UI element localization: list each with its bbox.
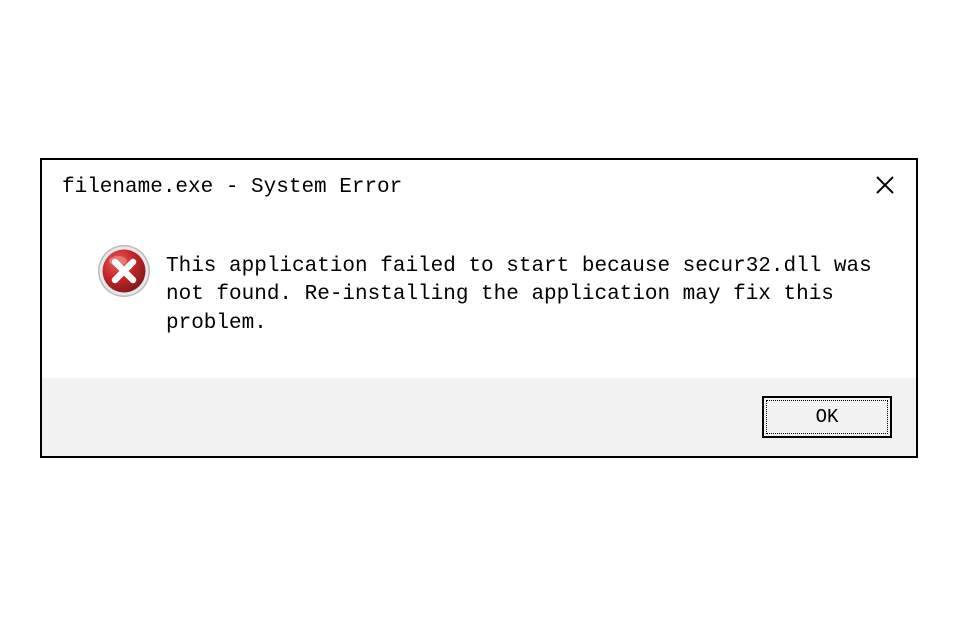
dialog-title: filename.exe - System Error [62, 176, 402, 199]
system-error-dialog: filename.exe - System Error [40, 158, 918, 458]
dialog-titlebar: filename.exe - System Error [42, 160, 916, 207]
ok-button-label: OK [816, 406, 839, 428]
error-message: This application failed to start because… [166, 249, 896, 338]
dialog-button-bar: OK [42, 378, 916, 456]
dialog-body: This application failed to start because… [42, 207, 916, 378]
error-icon [96, 243, 152, 304]
ok-button[interactable]: OK [762, 396, 892, 438]
close-icon[interactable] [870, 170, 900, 205]
